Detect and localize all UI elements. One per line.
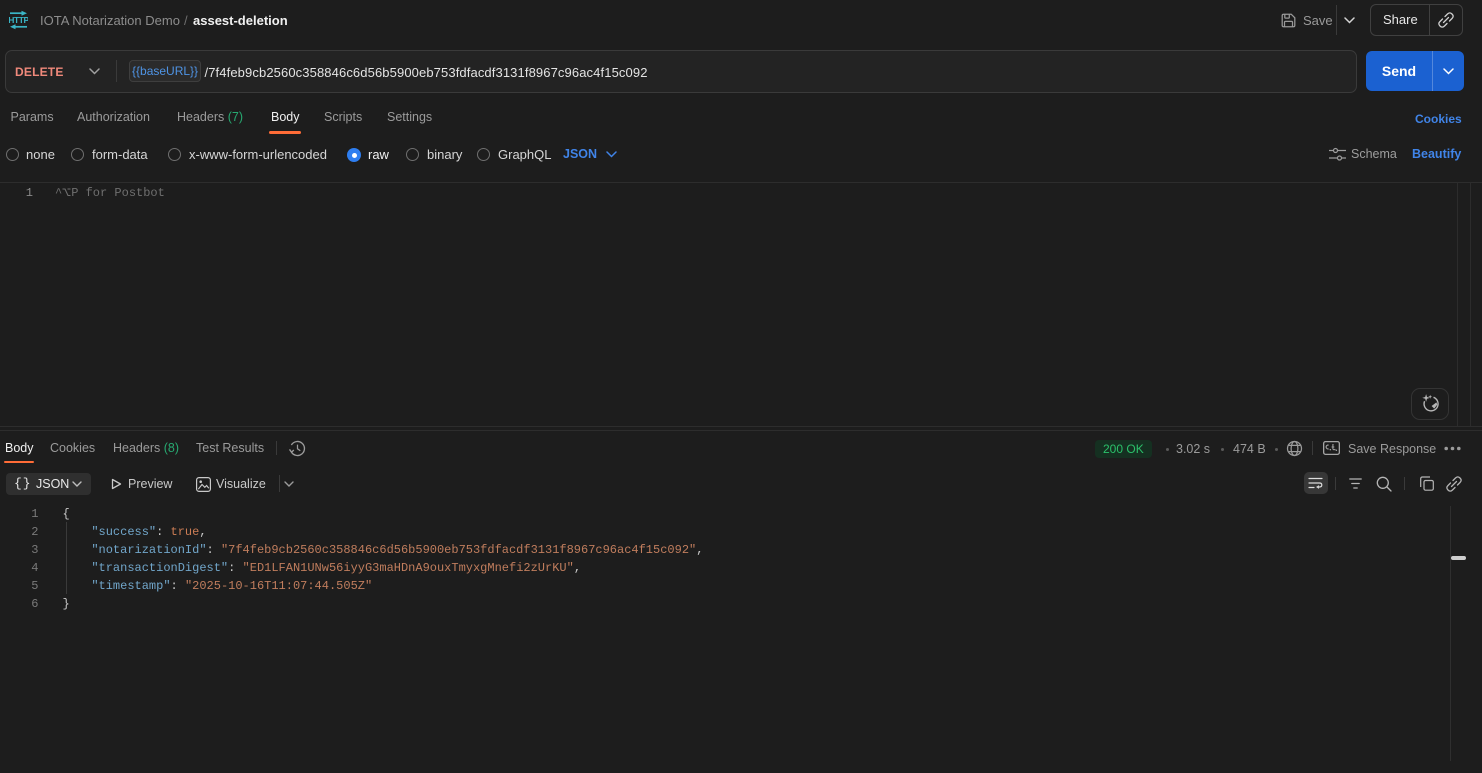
svg-text:HTTP: HTTP: [9, 15, 28, 25]
